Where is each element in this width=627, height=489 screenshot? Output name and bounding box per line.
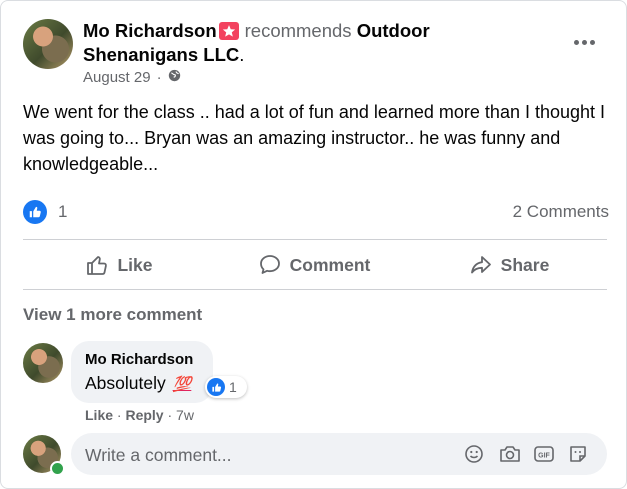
comment-meta: Like · Reply · 7w xyxy=(85,407,194,423)
like-label: Like xyxy=(117,254,153,275)
svg-text:GIF: GIF xyxy=(538,453,550,460)
comment-button[interactable]: Comment xyxy=(249,241,379,289)
post-card: Mo Richardson recommends Outdoor Shenanig… xyxy=(0,0,627,489)
comment-author-name[interactable]: Mo Richardson xyxy=(85,351,193,368)
comment-bubble-icon xyxy=(259,255,280,274)
hundred-points-emoji: 💯 xyxy=(172,376,192,393)
date-separator: · xyxy=(156,69,162,86)
post-header: Mo Richardson recommends Outdoor Shenanig… xyxy=(83,19,543,67)
gif-icon[interactable]: GIF xyxy=(533,443,555,465)
divider-bottom xyxy=(23,289,607,290)
view-more-comments-link[interactable]: View 1 more comment xyxy=(23,305,202,325)
comment-text: Absolutely 💯 xyxy=(85,373,191,394)
more-options-icon[interactable] xyxy=(569,27,599,57)
comment-bubble: Mo Richardson Absolutely 💯 xyxy=(71,341,213,403)
globe-icon xyxy=(168,69,181,86)
page-name-suffix: . xyxy=(239,44,245,65)
comment-label: Comment xyxy=(289,254,371,275)
emoji-icon[interactable] xyxy=(463,443,485,465)
meta-separator-1: · xyxy=(116,407,122,423)
comment-like-reaction-icon xyxy=(207,378,225,396)
recommendation-star-icon xyxy=(218,22,239,40)
comment-input[interactable]: Write a comment... GIF xyxy=(71,433,607,475)
recommends-text: recommends xyxy=(244,20,352,41)
comment-age[interactable]: 7w xyxy=(176,407,194,423)
meta-separator-2: · xyxy=(167,407,173,423)
comment-reaction-count: 1 xyxy=(229,379,237,395)
camera-icon[interactable] xyxy=(499,443,521,465)
share-arrow-icon xyxy=(470,256,491,274)
online-status-indicator xyxy=(50,461,65,476)
post-date[interactable]: August 29 xyxy=(83,69,151,86)
sticker-icon[interactable] xyxy=(567,443,589,465)
post-actions: Like Comment Share xyxy=(23,241,607,289)
author-avatar[interactable] xyxy=(23,19,73,69)
comment-input-placeholder: Write a comment... xyxy=(85,445,232,465)
comment-author-avatar[interactable] xyxy=(23,343,63,383)
comments-count-link[interactable]: 2 Comments xyxy=(513,202,609,222)
share-button[interactable]: Share xyxy=(459,241,559,289)
like-button[interactable]: Like xyxy=(73,241,165,289)
post-body: We went for the class .. had a lot of fu… xyxy=(23,102,606,174)
comment-reply-link[interactable]: Reply xyxy=(125,407,163,423)
comment-like-link[interactable]: Like xyxy=(85,407,113,423)
comment-text-content: Absolutely xyxy=(85,373,166,393)
like-reaction-icon[interactable] xyxy=(23,200,47,224)
comment-reaction-pill[interactable]: 1 xyxy=(205,376,247,398)
post-date-row: August 29 · xyxy=(83,69,181,86)
like-thumb-icon xyxy=(87,256,108,275)
reactions-row: 1 2 Comments xyxy=(23,199,609,227)
author-name[interactable]: Mo Richardson xyxy=(83,20,217,41)
share-label: Share xyxy=(500,254,550,275)
divider-top xyxy=(23,239,607,240)
reaction-count[interactable]: 1 xyxy=(58,202,67,222)
